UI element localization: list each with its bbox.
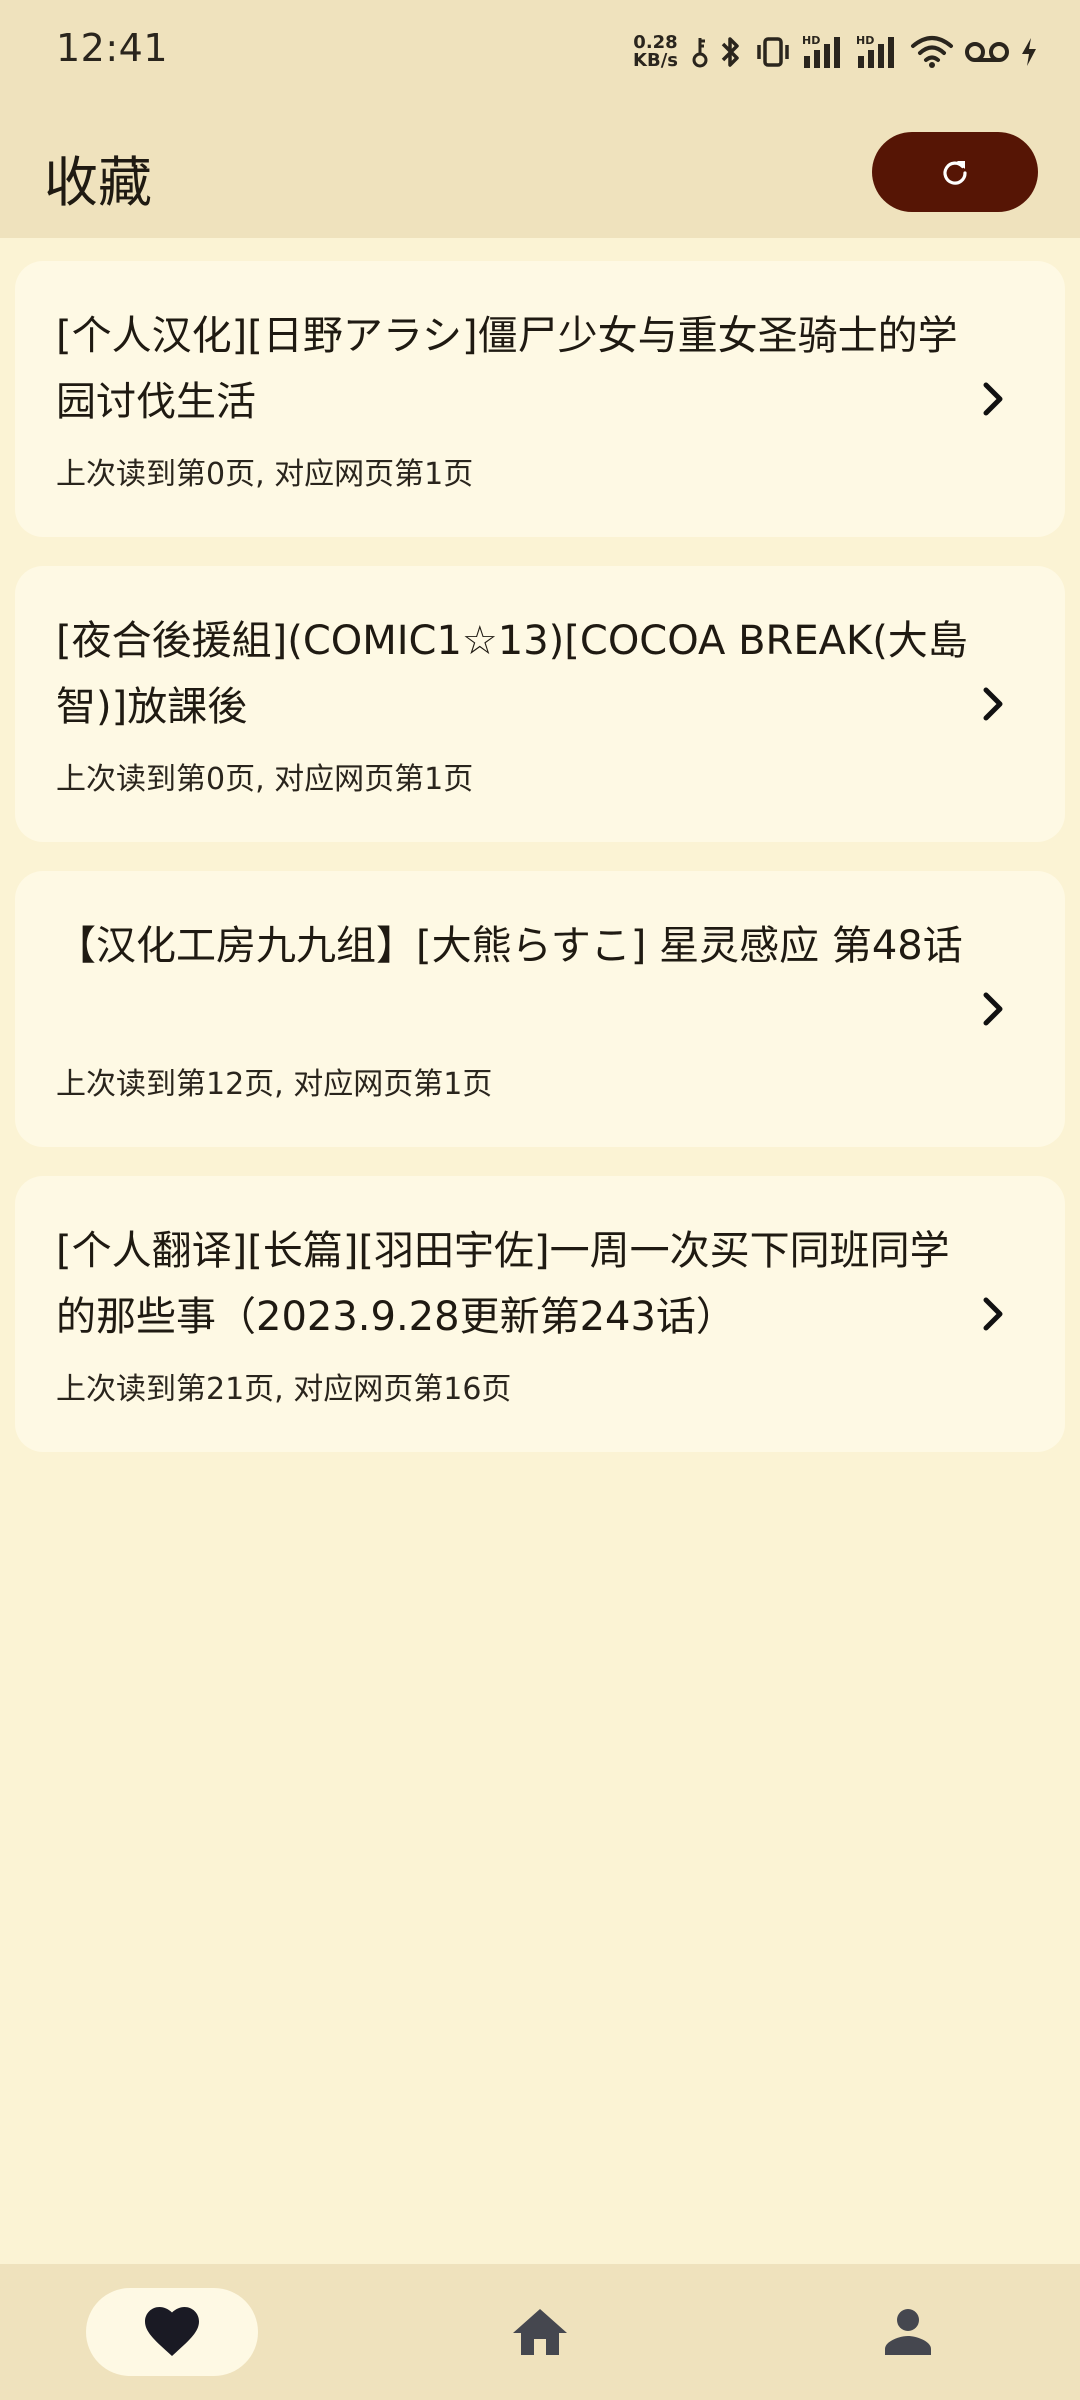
favorite-progress: 上次读到第0页, 对应网页第1页 [56,457,474,492]
chevron-right-icon [973,373,1013,425]
status-icons: 0.28 KB/s HD HD [633,30,1038,74]
nav-profile[interactable] [822,2288,994,2376]
favorite-title: 【汉化工房九九组】[大熊らすこ] 星灵感应 第48话 [56,923,963,969]
favorite-progress: 上次读到第21页, 对应网页第16页 [56,1372,512,1407]
heart-icon [145,2307,199,2356]
nav-home[interactable] [454,2288,626,2376]
bluetooth-icon [721,37,739,67]
favorite-card[interactable]: [个人汉化][日野アラシ]僵尸少女与重女圣骑士的学园讨伐生活 上次读到第0页, … [15,261,1065,537]
favorite-progress: 上次读到第0页, 对应网页第1页 [56,762,474,797]
status-bar: 12:41 0.28 KB/s HD HD [0,0,1080,104]
favorite-title: [夜合後援組](COMIC1☆13)[COCOA BREAK(大島智)]放課後 [56,618,968,730]
network-speed: 0.28 KB/s [633,34,678,70]
network-speed-unit: KB/s [633,50,678,71]
wifi-icon [911,36,953,68]
favorites-list: [个人汉化][日野アラシ]僵尸少女与重女圣骑士的学园讨伐生活 上次读到第0页, … [15,261,1065,1481]
chevron-right-icon [973,678,1013,730]
person-icon [885,2309,931,2355]
refresh-icon [943,161,967,185]
favorite-card[interactable]: [夜合後援組](COMIC1☆13)[COCOA BREAK(大島智)]放課後 … [15,566,1065,842]
chevron-right-icon [973,1288,1013,1340]
home-icon [513,2309,567,2355]
key-icon [692,38,708,68]
status-time: 12:41 [56,26,169,70]
favorite-card[interactable]: [个人翻译][长篇][羽田宇佐]一周一次买下同班同学的那些事（2023.9.28… [15,1176,1065,1452]
nav-favorites[interactable] [86,2288,258,2376]
voicemail-icon [965,42,1009,62]
svg-text:HD: HD [802,34,820,47]
favorite-title: [个人翻译][长篇][羽田宇佐]一周一次买下同班同学的那些事（2023.9.28… [56,1228,950,1340]
favorite-title: [个人汉化][日野アラシ]僵尸少女与重女圣骑士的学园讨伐生活 [56,313,958,425]
app-header: 收藏 [0,104,1080,238]
svg-text:HD: HD [856,34,874,47]
signal-hd-icon: HD [856,34,894,68]
top-app-bar: 12:41 0.28 KB/s HD HD 收藏 [0,0,1080,238]
chevron-right-icon [973,983,1013,1035]
bottom-navigation [0,2264,1080,2400]
favorite-progress: 上次读到第12页, 对应网页第1页 [56,1067,493,1102]
refresh-button[interactable] [872,132,1038,212]
charging-icon [1022,38,1036,66]
signal-hd-icon: HD [802,34,840,68]
vibrate-icon [757,37,789,67]
favorite-card[interactable]: 【汉化工房九九组】[大熊らすこ] 星灵感应 第48话 上次读到第12页, 对应网… [15,871,1065,1147]
page-title: 收藏 [44,151,152,214]
